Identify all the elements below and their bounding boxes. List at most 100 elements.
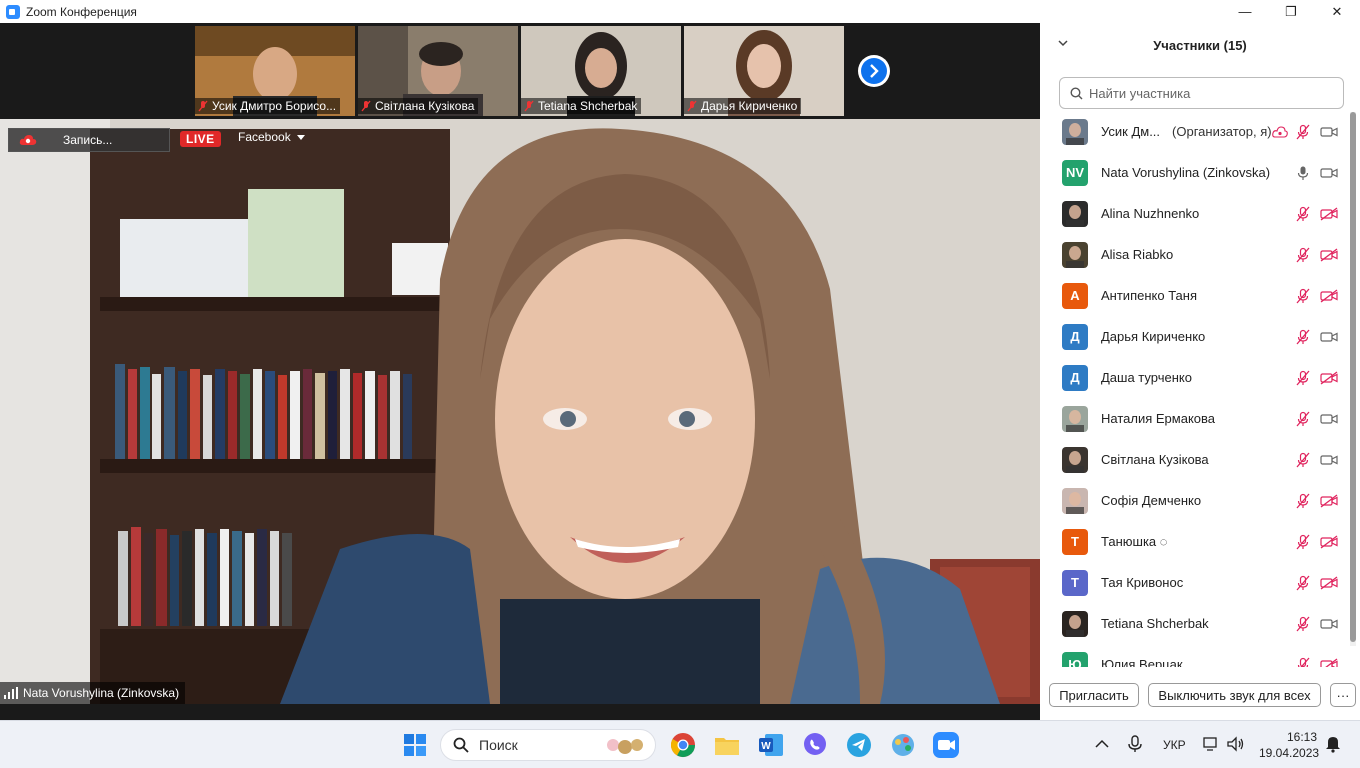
avatar: NV [1062,159,1088,186]
participant-row[interactable]: Д Дарья Кириченко [1040,316,1350,357]
word-icon[interactable]: W [757,731,785,759]
participant-search[interactable] [1059,77,1344,109]
participant-name: Антипенко Таня [1101,288,1197,303]
thumbnail-name: Tetiana Shcherbak [538,99,638,113]
chevron-up-icon[interactable] [1093,735,1111,753]
participant-row[interactable]: Усик Дм... (Организатор, я) [1040,113,1350,152]
maximize-button[interactable]: ❐ [1268,0,1314,23]
file-explorer-icon[interactable] [713,731,741,759]
participant-thumbnail[interactable]: Світлана Кузікова [358,26,518,116]
mic-muted-icon [524,100,534,112]
mic-muted-icon[interactable] [1295,616,1311,632]
more-options-button[interactable]: ··· [1330,683,1356,707]
recording-indicator[interactable]: Запись... [8,128,170,152]
camera-off-icon[interactable] [1320,206,1338,221]
mic-muted-icon[interactable] [1295,411,1311,427]
mic-muted-icon[interactable] [1295,657,1311,668]
mic-muted-icon[interactable] [1295,370,1311,386]
camera-on-icon[interactable] [1320,412,1338,426]
microphone-icon[interactable] [1127,735,1143,753]
participant-name-text: Танюшка ◌ [1101,534,1168,549]
chevron-down-icon[interactable] [1058,39,1068,47]
zoom-window: Zoom Конференция — ❐ ✕ Усик Дмитро Борис… [0,0,1360,768]
participant-name-text: Дарья Кириченко [1101,329,1206,344]
live-badge[interactable]: LIVE [180,131,221,147]
video-area: Усик Дмитро Борисо... Світлана Кузікова [0,23,1040,704]
participant-thumbnail[interactable]: Усик Дмитро Борисо... [195,26,355,116]
participant-row[interactable]: Т Тая Кривонос [1040,562,1350,603]
mic-muted-icon[interactable] [1295,247,1311,263]
next-page-button[interactable] [858,55,890,87]
notification-bell-icon[interactable] [1325,735,1341,753]
participant-name-text: Юлия Верцак [1101,657,1183,667]
participant-row[interactable]: NV Nata Vorushylina (Zinkovska) [1040,152,1350,193]
participant-row[interactable]: Alina Nuzhnenko [1040,193,1350,234]
camera-off-icon[interactable] [1320,288,1338,303]
camera-off-icon[interactable] [1320,247,1338,262]
participant-row[interactable]: Т Танюшка ◌ [1040,521,1350,562]
participant-row[interactable]: Софія Демченко [1040,480,1350,521]
participant-thumbnail[interactable]: Дарья Кириченко [684,26,844,116]
participant-name: Nata Vorushylina (Zinkovska) [1101,165,1270,180]
scrollbar-thumb[interactable] [1350,112,1356,642]
mic-muted-icon[interactable] [1295,493,1311,509]
participant-row[interactable]: Ю Юлия Верцак [1040,644,1350,667]
invite-button[interactable]: Пригласить [1049,683,1139,707]
participant-row[interactable]: Alisa Riabko [1040,234,1350,275]
participant-row[interactable]: Наталия Ермакова [1040,398,1350,439]
participant-row[interactable]: Tetiana Shcherbak [1040,603,1350,644]
viber-icon[interactable] [801,731,829,759]
avatar [1062,446,1088,473]
zoom-taskbar-icon[interactable] [932,731,960,759]
mic-muted-icon[interactable] [1295,206,1311,222]
mic-muted-icon[interactable] [1295,329,1311,345]
participant-name: Наталия Ермакова [1101,411,1215,426]
camera-off-icon[interactable] [1320,534,1338,549]
minimize-button[interactable]: — [1222,0,1268,23]
close-button[interactable]: ✕ [1314,0,1360,23]
mic-muted-icon[interactable] [1295,575,1311,591]
camera-on-icon[interactable] [1320,125,1338,139]
mute-all-button[interactable]: Выключить звук для всех [1148,683,1321,707]
camera-off-icon[interactable] [1320,370,1338,385]
participant-row[interactable]: А Антипенко Таня [1040,275,1350,316]
window-controls: — ❐ ✕ [1222,0,1360,23]
participant-name-text: Світлана Кузікова [1101,452,1209,467]
chrome-icon[interactable] [669,731,697,759]
camera-off-icon[interactable] [1320,493,1338,508]
video-bottom-bar [0,704,1040,720]
participant-thumbnail[interactable]: Tetiana Shcherbak [521,26,681,116]
participant-row[interactable]: Світлана Кузікова [1040,439,1350,480]
participant-name-text: Усик Дм... [1101,124,1161,139]
clock-time[interactable]: 16:13 [1287,730,1317,744]
mic-on-icon[interactable] [1295,165,1311,181]
participants-scrollbar[interactable] [1350,112,1356,646]
search-input[interactable] [1089,85,1329,101]
clock-date[interactable]: 19.04.2023 [1259,746,1319,760]
network-icon[interactable] [1202,735,1220,753]
camera-off-icon[interactable] [1320,575,1338,590]
mic-muted-icon[interactable] [1295,124,1311,140]
avatar: Т [1062,569,1088,596]
keyboard-language[interactable]: УКР [1163,738,1186,752]
camera-on-icon[interactable] [1320,453,1338,467]
camera-on-icon[interactable] [1320,617,1338,631]
caret-down-icon [296,134,305,140]
mic-muted-icon [687,100,697,112]
camera-off-icon[interactable] [1320,657,1338,668]
mic-muted-icon[interactable] [1295,534,1311,550]
taskbar-search[interactable]: Поиск [440,729,656,761]
camera-on-icon[interactable] [1320,166,1338,180]
camera-on-icon[interactable] [1320,330,1338,344]
participant-name: Софія Демченко [1101,493,1201,508]
participants-panel: Участники (15) Усик Дм... (Организатор, я… [1040,23,1360,720]
participant-row[interactable]: Д Даша турченко [1040,357,1350,398]
mic-muted-icon[interactable] [1295,452,1311,468]
paint-app-icon[interactable] [889,731,917,759]
volume-icon[interactable] [1226,735,1246,753]
panel-footer: Пригласить Выключить звук для всех ··· [1040,683,1360,707]
stream-target-dropdown[interactable]: Facebook [238,130,305,144]
mic-muted-icon[interactable] [1295,288,1311,304]
telegram-icon[interactable] [845,731,873,759]
windows-start-icon[interactable] [401,731,429,759]
